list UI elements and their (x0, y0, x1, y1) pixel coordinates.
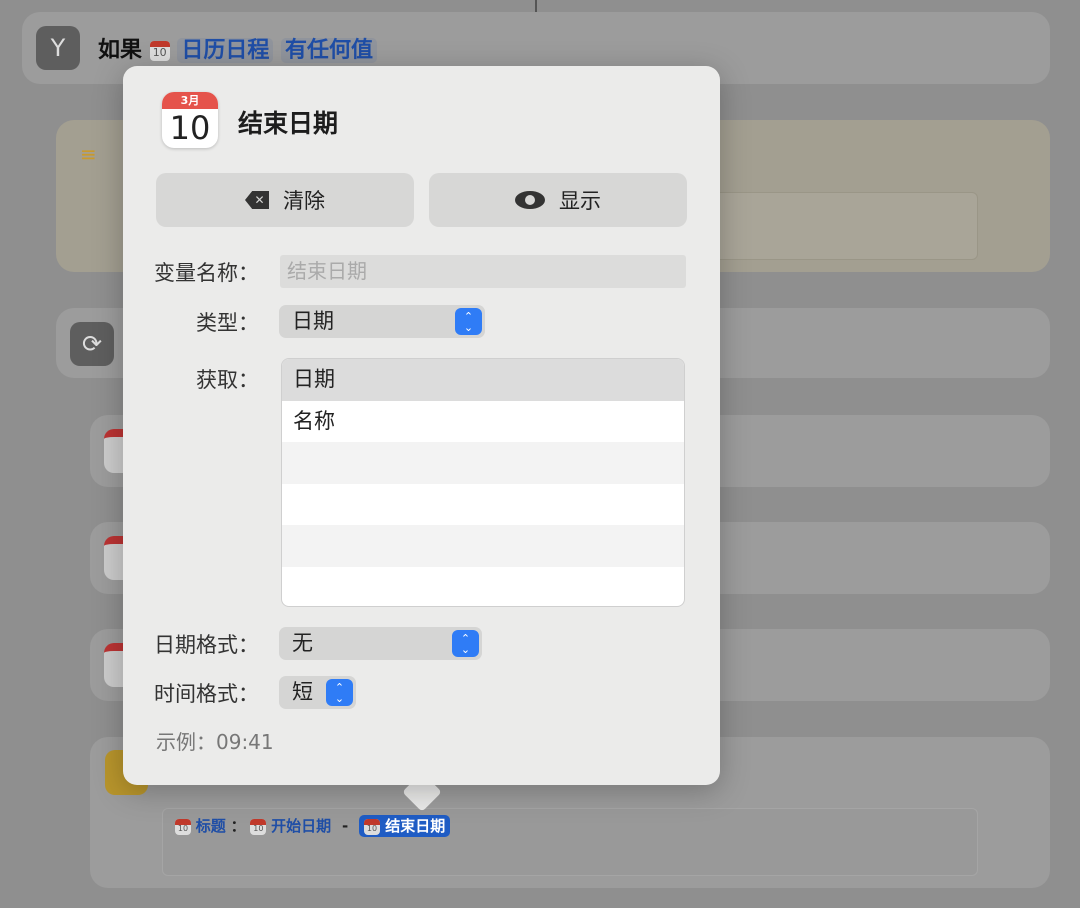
text-field[interactable]: 10 标题 ： 10 开始日期 - 10 结束日期 (162, 808, 978, 876)
show-label: 显示 (559, 189, 601, 213)
branch-icon: Y (36, 26, 80, 70)
eye-icon (515, 191, 545, 209)
condition-token[interactable]: 有任何值 (281, 38, 378, 63)
list-item (282, 525, 684, 567)
variable-token[interactable]: 日历日程 (177, 38, 274, 63)
list-item (282, 484, 684, 526)
time-format-select[interactable]: 短 ⌃ ⌄ (279, 676, 356, 709)
repeat-icon: ⟳ (70, 322, 114, 366)
calendar-icon: 10 (149, 41, 170, 61)
calendar-app-icon: 3月 10 (162, 92, 218, 148)
variable-name-input[interactable]: 结束日期 (280, 255, 686, 288)
type-value: 日期 (292, 309, 334, 333)
clear-label: 清除 (283, 189, 325, 213)
show-button[interactable]: 显示 (429, 173, 687, 227)
list-item[interactable]: 日期 (282, 359, 684, 401)
example-text: 示例：09:41 (156, 730, 274, 754)
type-select[interactable]: 日期 ⌃ ⌄ (279, 305, 485, 338)
date-format-label: 日期格式： (154, 633, 259, 657)
comment-field[interactable] (700, 192, 978, 260)
variable-name-label: 变量名称： (154, 261, 259, 285)
stepper-icon: ⌃ ⌄ (452, 630, 479, 657)
title-token[interactable]: 标题 (196, 817, 226, 835)
start-date-token[interactable]: 开始日期 (271, 817, 331, 835)
type-label: 类型： (196, 311, 259, 335)
list-item (282, 442, 684, 484)
connector-line (535, 0, 537, 12)
separator: ： (230, 817, 246, 835)
popover-title: 结束日期 (238, 109, 339, 138)
end-date-token[interactable]: 10 结束日期 (358, 815, 451, 837)
calendar-icon: 10 (250, 818, 267, 835)
stepper-icon: ⌃ ⌄ (326, 679, 353, 706)
get-label: 获取： (196, 368, 259, 392)
time-format-label: 时间格式： (154, 682, 259, 706)
stepper-icon: ⌃ ⌄ (455, 308, 482, 335)
if-label: 如果 (98, 38, 143, 63)
date-format-select[interactable]: 无 ⌃ ⌄ (279, 627, 482, 660)
date-format-value: 无 (292, 631, 313, 655)
delete-icon: ✕ (245, 191, 269, 209)
comment-icon: ≡ (80, 142, 97, 166)
calendar-icon: 10 (363, 818, 380, 835)
clear-button[interactable]: ✕ 清除 (156, 173, 414, 227)
list-item[interactable]: 名称 (282, 401, 684, 443)
separator: - (341, 817, 349, 835)
variable-popover: 3月 10 结束日期 ✕ 清除 显示 变量名称： 结束日期 类型： 日期 ⌃ ⌄ 获… (123, 66, 720, 785)
calendar-icon: 10 (175, 818, 191, 835)
time-format-value: 短 (292, 680, 313, 704)
get-list[interactable]: 日期 名称 (281, 358, 685, 607)
list-item (282, 567, 684, 607)
end-date-token-label: 结束日期 (385, 817, 446, 835)
